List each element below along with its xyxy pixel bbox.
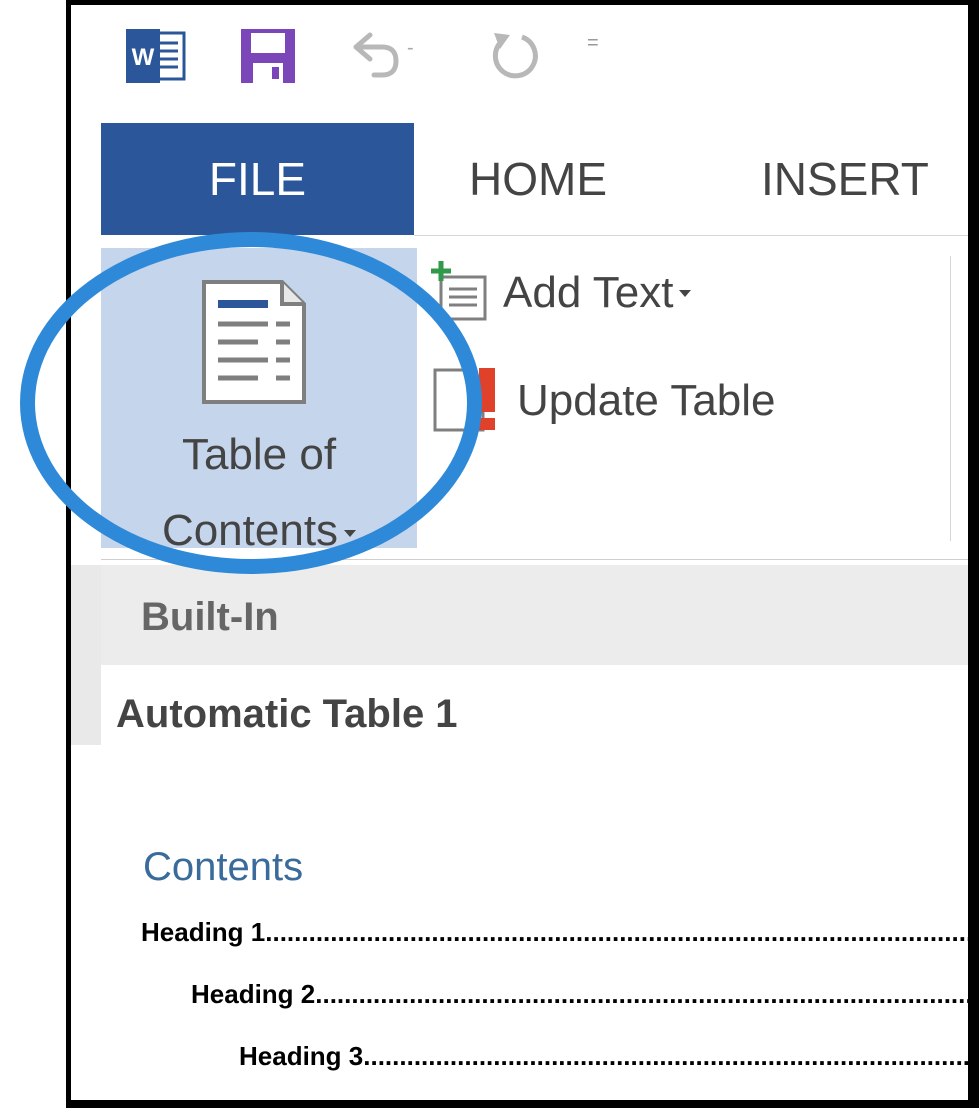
gallery-left-strip [71,565,101,745]
ribbon-table-of-contents-group: Table of Contents Add Text Update Table [71,236,974,559]
redo-icon[interactable] [486,25,546,92]
tab-insert[interactable]: INSERT [761,123,929,235]
preview-contents-title[interactable]: Contents [143,845,303,890]
table-of-contents-button[interactable]: Table of Contents [101,248,417,553]
table-of-contents-icon [198,278,310,411]
update-table-icon [431,364,505,439]
preview-heading-1[interactable]: Heading 1...............................… [141,917,974,948]
add-text-button[interactable]: Add Text [431,258,692,328]
table-of-contents-label-line1: Table of [181,430,337,479]
tab-file[interactable]: FILE [101,123,414,235]
undo-icon[interactable] [346,27,402,88]
window-right-edge [968,0,979,1108]
ribbon-bottom-border [101,559,974,560]
undo-dropdown-icon[interactable]: - [407,37,414,60]
chevron-down-icon [344,529,357,537]
update-table-button[interactable]: Update Table [431,361,776,441]
quick-access-toolbar: W - = [71,5,974,123]
ribbon-tabs: FILE HOME INSERT [71,123,974,235]
word-window: W - = FILE HOME INSERT Table of Contents… [66,0,979,1108]
table-of-contents-label-line2: Contents [101,509,417,553]
add-text-icon [431,259,491,328]
automatic-table-1-title[interactable]: Automatic Table 1 [116,692,458,737]
gallery-section-header: Built-In [101,565,974,665]
ribbon-separator [950,256,951,541]
preview-heading-2[interactable]: Heading 2...............................… [191,979,974,1010]
update-table-label: Update Table [517,376,776,425]
tab-home[interactable]: HOME [469,123,607,235]
preview-heading-3[interactable]: Heading 3...............................… [239,1041,974,1072]
save-icon[interactable] [239,27,297,90]
chevron-down-icon [679,289,692,297]
add-text-label: Add Text [503,268,674,317]
word-logo-icon: W [126,27,188,90]
built-in-label: Built-In [141,595,279,639]
svg-text:W: W [132,44,155,71]
customize-toolbar-icon[interactable]: = [587,33,599,53]
